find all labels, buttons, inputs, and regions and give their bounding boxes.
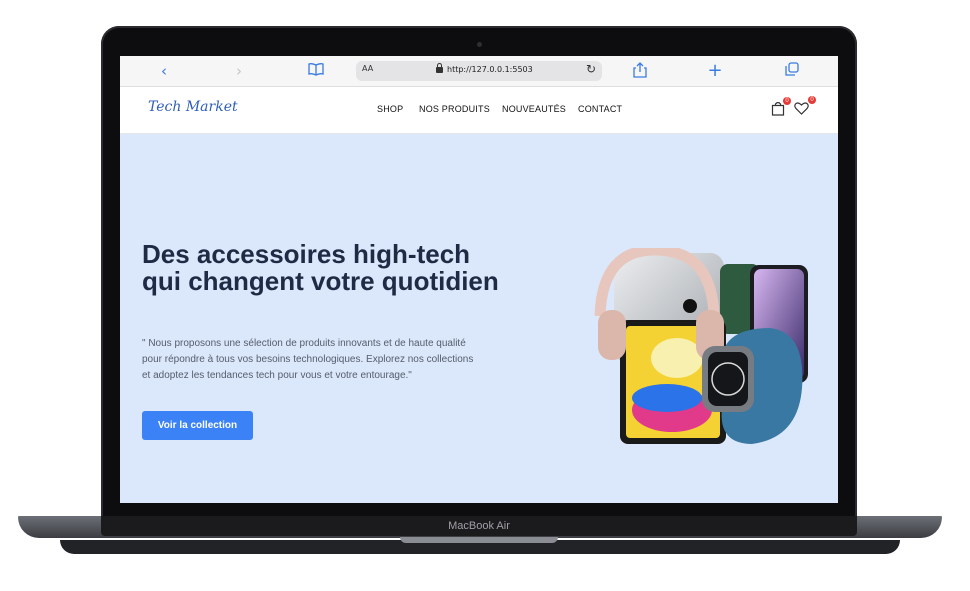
nav-link-products[interactable]: NOS PRODUITS (419, 104, 490, 114)
reader-mode-button[interactable]: AA (362, 64, 373, 73)
heart-icon (794, 102, 809, 115)
camera-icon (477, 42, 482, 47)
laptop-hinge: MacBook Air (101, 516, 857, 536)
hero-product-image (592, 244, 814, 448)
hero-title: Des accessoires high-tech qui changent v… (142, 239, 499, 296)
laptop-notch (400, 537, 558, 543)
site-logo[interactable]: Tech Market (148, 99, 238, 115)
screen: ‹ › AA http://127.0.0.1:5503 ↻ + Tech Ma… (120, 56, 838, 503)
nav-link-shop[interactable]: SHOP (377, 104, 403, 114)
hero-description: " Nous proposons une sélection de produi… (142, 338, 474, 381)
tabs-icon[interactable] (783, 62, 801, 80)
lock-icon (436, 63, 443, 73)
cart-count-badge: 0 (783, 97, 791, 105)
wishlist-count-badge: 0 (808, 96, 816, 104)
new-tab-icon[interactable]: + (706, 62, 724, 80)
browser-toolbar: ‹ › AA http://127.0.0.1:5503 ↻ + (120, 56, 838, 87)
cart-button[interactable]: 0 (771, 97, 791, 117)
url-text[interactable]: http://127.0.0.1:5503 (447, 65, 533, 74)
wishlist-button[interactable]: 0 (794, 96, 816, 116)
view-collection-button[interactable]: Voir la collection (142, 411, 253, 440)
address-bar[interactable]: AA http://127.0.0.1:5503 ↻ (356, 61, 602, 81)
reload-icon[interactable]: ↻ (586, 62, 596, 76)
site-header: Tech Market SHOP NOS PRODUITS NOUVEAUTÉS… (120, 87, 838, 134)
back-icon[interactable]: ‹ (155, 62, 173, 80)
forward-icon[interactable]: › (230, 62, 248, 80)
nav-link-new[interactable]: NOUVEAUTÉS (502, 104, 566, 114)
nav-link-contact[interactable]: CONTACT (578, 104, 622, 114)
share-icon[interactable] (631, 62, 649, 80)
bookmarks-icon[interactable] (307, 62, 325, 80)
device-label: MacBook Air (448, 520, 510, 532)
